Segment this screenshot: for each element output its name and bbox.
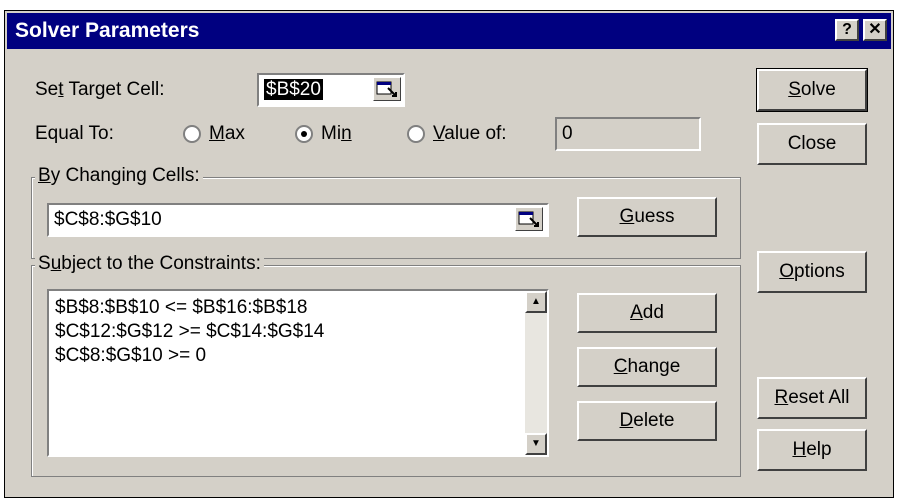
change-button[interactable]: Change bbox=[577, 347, 717, 387]
target-cell-label: Set Target Cell: bbox=[35, 79, 165, 100]
constraint-item[interactable]: $B$8:$B$10 <= $B$16:$B$18 bbox=[55, 297, 308, 319]
solver-dialog: Solver Parameters ? ✕ Set Target Cell: $… bbox=[4, 10, 894, 498]
constraint-item[interactable]: $C$8:$G$10 >= 0 bbox=[55, 345, 206, 367]
constraint-item[interactable]: $C$12:$G$12 >= $C$14:$G$14 bbox=[55, 321, 324, 343]
close-title-button[interactable]: ✕ bbox=[863, 19, 887, 41]
collapse-dialog-icon[interactable] bbox=[373, 77, 401, 101]
title-bar: Solver Parameters ? ✕ bbox=[7, 13, 891, 49]
min-radio[interactable] bbox=[295, 125, 313, 143]
constraints-label: Subject to the Constraints: bbox=[35, 253, 264, 275]
scroll-up-icon[interactable]: ▲ bbox=[525, 291, 547, 313]
guess-button[interactable]: Guess bbox=[577, 197, 717, 237]
max-label: Max bbox=[209, 123, 245, 144]
equal-to-label: Equal To: bbox=[35, 123, 114, 144]
collapse-dialog-icon[interactable] bbox=[515, 207, 543, 231]
value-of-label: Value of: bbox=[433, 123, 507, 144]
close-button[interactable]: Close bbox=[757, 123, 867, 165]
changing-cells-input[interactable]: $C$8:$G$10 bbox=[47, 203, 549, 237]
help-title-button[interactable]: ? bbox=[835, 19, 859, 41]
solve-button[interactable]: Solve bbox=[756, 68, 868, 112]
options-button[interactable]: Options bbox=[757, 251, 867, 293]
reset-all-button[interactable]: Reset All bbox=[757, 377, 867, 419]
constraints-list[interactable]: $B$8:$B$10 <= $B$16:$B$18 $C$12:$G$12 >=… bbox=[47, 289, 549, 457]
help-button[interactable]: Help bbox=[757, 429, 867, 471]
value-of-input[interactable]: 0 bbox=[555, 117, 701, 151]
dialog-title: Solver Parameters bbox=[15, 19, 200, 42]
max-radio[interactable] bbox=[183, 125, 201, 143]
min-label: Min bbox=[321, 123, 352, 144]
delete-button[interactable]: Delete bbox=[577, 401, 717, 441]
constraints-scrollbar[interactable]: ▲ ▼ bbox=[525, 291, 547, 455]
changing-cells-label: By Changing Cells: bbox=[35, 165, 203, 187]
value-of-radio[interactable] bbox=[407, 125, 425, 143]
add-button[interactable]: Add bbox=[577, 293, 717, 333]
scroll-down-icon[interactable]: ▼ bbox=[525, 433, 547, 455]
